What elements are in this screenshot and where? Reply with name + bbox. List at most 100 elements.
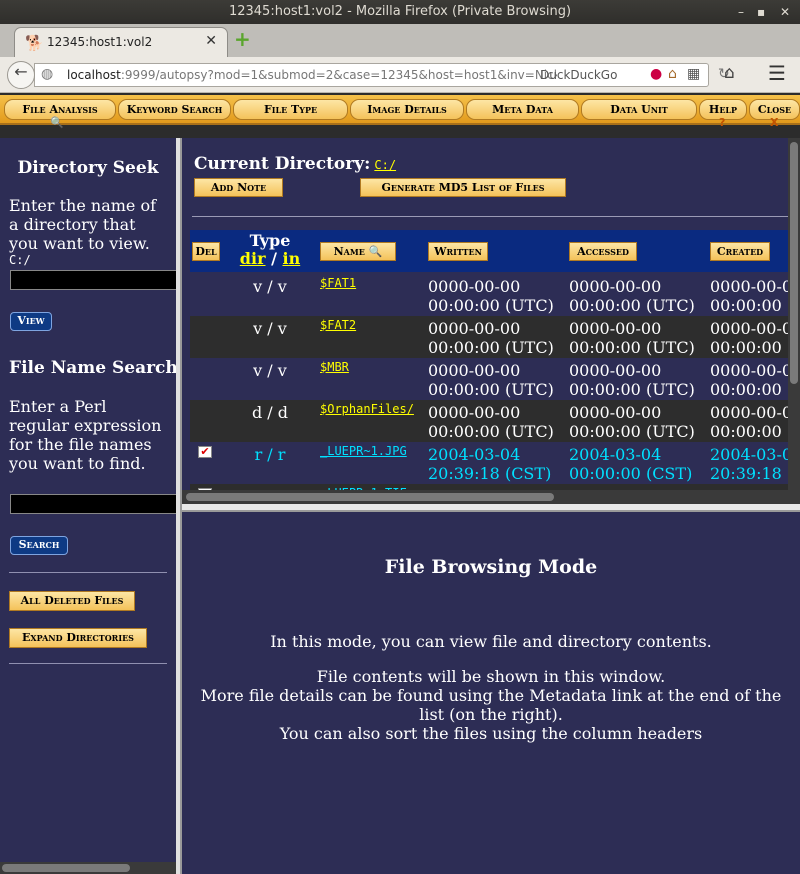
time-accessed: 0000-00-00 00:00:00 (UTC) [569,361,695,399]
maximize-icon[interactable]: ▪ [757,0,765,24]
listing-horizontal-scrollbar[interactable] [182,490,788,504]
mode-text-1: In this mode, you can view file and dire… [270,632,712,651]
window-title: 12345:host1:vol2 - Mozilla Firefox (Priv… [228,4,572,19]
time-created: 2004-03-0420:39:18 (CST) [710,445,800,483]
menu-file-type[interactable]: File Type [233,99,348,120]
header-written[interactable]: Written [428,242,488,261]
directory-seek-title: Directory Seek [17,158,159,178]
table-row[interactable]: ✔ r / r _LUEPR~1.JPG 2004-03-04 20:39:18 (CS… [190,442,800,484]
url-bar[interactable]: ◍ localhost:9999/autopsy?mod=1&submod=2&… [34,63,730,87]
frame-divider-horizontal[interactable] [182,504,800,512]
file-name-link[interactable]: $OrphanFiles/ [320,402,414,416]
menu-data-unit[interactable]: Data Unit [581,99,697,120]
directory-seek-input[interactable] [10,270,178,290]
time-accessed: 0000-00-00 00:00:00 (UTC) [569,277,695,315]
header-name[interactable]: Name 🔍 [320,242,396,261]
back-arrow-icon: ← [14,62,28,81]
menu-strip: File Analysis Keyword Search File Type I… [0,95,800,129]
file-name-link[interactable]: $FAT2 [320,318,356,332]
listing-vertical-scrollbar[interactable] [788,138,800,508]
mode-text-3: More file details can be found using the… [200,686,782,724]
divider [9,572,167,573]
navigation-bar: ◍ localhost:9999/autopsy?mod=1&submod=2&… [0,57,800,93]
directory-seek-text: Enter the name of a directory that you w… [9,196,157,253]
file-name-link[interactable]: $MBR [320,360,349,374]
time-written: 2004-03-04 20:39:18 (CST) [428,445,552,483]
table-row[interactable]: v / v $FAT2 0000-00-00 00:00:00 (UTC) 0000-0… [190,316,800,358]
time-accessed: 0000-00-00 00:00:00 (UTC) [569,319,695,357]
deleted-checkmark-icon: ✔ [198,446,212,458]
house-icon[interactable]: ⌂ [668,66,677,82]
generate-md5-button[interactable]: Generate MD5 List of Files [360,178,566,197]
file-name-search-text: Enter a Perl regular expression for the … [9,397,162,473]
directory-listing-frame: Current Directory: C:/ Add Note Generate … [182,138,800,508]
left-horizontal-scrollbar[interactable] [0,862,176,874]
header-del[interactable]: Del [192,242,220,261]
table-row[interactable]: v / v $FAT1 0000-00-00 00:00:00 (UTC) 0000-0… [190,274,800,316]
file-name-search-title: File Name Search [9,358,178,378]
file-type: r / r [254,445,286,464]
divider [9,663,167,664]
back-button[interactable]: ← [7,61,35,89]
table-row[interactable]: d / d $OrphanFiles/0000-00-00 00:00:00 (UT… [190,400,800,442]
new-tab-icon[interactable]: + [234,27,251,51]
time-accessed: 2004-03-04 00:00:00 (CST) [569,445,693,483]
add-note-button[interactable]: Add Note [194,178,283,197]
file-name-search-input[interactable] [10,494,178,514]
time-written: 0000-00-00 00:00:00 (UTC) [428,361,554,399]
url-text[interactable]: localhost:9999/autopsy?mod=1&submod=2&ca… [67,68,557,82]
duckduckgo-icon[interactable]: ● [650,66,662,82]
file-type: d / d [251,403,289,422]
favicon-icon: 🐕 [25,34,44,52]
tab-title: 12345:host1:vol2 [47,35,153,49]
home-icon[interactable]: ⌂ [724,63,735,83]
left-frame: Directory Seek Enter the name of a direc… [0,138,178,874]
close-window-icon[interactable]: ✕ [780,0,790,24]
help-mark-icon: ? [719,116,726,129]
time-created: 0000-00-0000:00:00 (UTC) [710,277,800,315]
time-created: 0000-00-0000:00:00 (UTC) [710,361,800,399]
all-deleted-files-button[interactable]: All Deleted Files [9,591,135,611]
menu-keyword-search[interactable]: Keyword Search [118,99,231,120]
file-type: v / v [253,319,287,338]
header-created[interactable]: Created [710,242,770,261]
divider [192,216,800,217]
table-row[interactable]: v / v $MBR 0000-00-00 00:00:00 (UTC) 0000-00… [190,358,800,400]
magnifier-icon: 🔍 [368,245,383,258]
file-type: v / v [253,277,287,296]
menu-image-details[interactable]: Image Details [350,99,464,120]
file-type: v / v [253,361,287,380]
mode-title: File Browsing Mode [384,556,598,578]
time-written: 0000-00-00 00:00:00 (UTC) [428,277,554,315]
header-type: Type dir / in [239,231,301,268]
search-engine-label[interactable]: DuckDuckGo [540,68,617,82]
close-mark-icon: X [770,116,779,129]
qr-code-icon[interactable]: ▦ [687,66,700,82]
content-frame: File Browsing Mode In this mode, you can… [182,512,800,874]
sort-by-dir-link[interactable]: dir [240,249,266,268]
hamburger-menu-icon[interactable]: ☰ [768,61,786,85]
window-titlebar: 12345:host1:vol2 - Mozilla Firefox (Priv… [0,0,800,24]
minimize-icon[interactable]: – [738,0,744,24]
magnifier-icon: 🔍 [50,116,64,129]
time-created: 0000-00-0000:00:00 (UTC) [710,319,800,357]
browser-tab[interactable]: 🐕 12345:host1:vol2 ✕ [14,27,228,57]
directory-seek-prefix: C:/ [9,253,31,267]
file-name-link[interactable]: _LUEPR~1.JPG [320,444,407,458]
view-button[interactable]: View [10,312,52,331]
time-accessed: 0000-00-00 00:00:00 (UTC) [569,403,695,441]
search-button[interactable]: Search [10,536,68,555]
menu-meta-data[interactable]: Meta Data [466,99,579,120]
table-header: Del Type dir / in Name 🔍 Written Accesse… [190,230,800,272]
close-tab-icon[interactable]: ✕ [205,33,217,49]
tab-strip: 🐕 12345:host1:vol2 ✕ [0,24,800,57]
expand-directories-button[interactable]: Expand Directories [9,628,147,648]
sort-by-in-link[interactable]: in [282,249,300,268]
header-accessed[interactable]: Accessed [569,242,637,261]
globe-icon: ◍ [41,66,54,82]
file-name-link[interactable]: $FAT1 [320,276,356,290]
time-written: 0000-00-00 00:00:00 (UTC) [428,319,554,357]
time-written: 0000-00-00 00:00:00 (UTC) [428,403,554,441]
current-directory-path[interactable]: C:/ [374,158,396,172]
current-directory: Current Directory: C:/ [194,154,397,174]
